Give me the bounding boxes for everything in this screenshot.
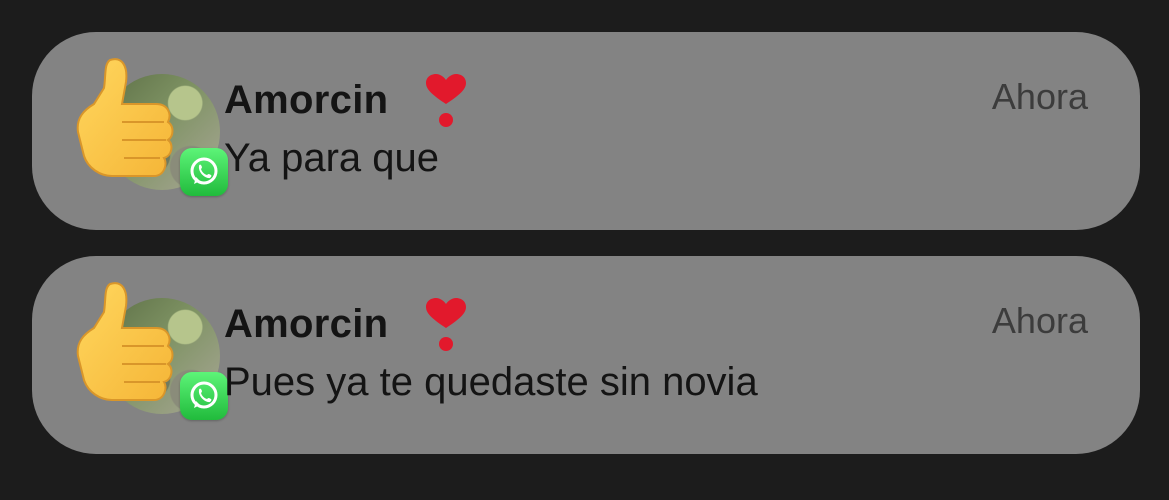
message-preview: Pues ya te quedaste sin novia — [224, 360, 758, 404]
whatsapp-icon — [180, 148, 228, 196]
notification-card[interactable]: Amorcin Ahora Ya para que — [32, 32, 1140, 230]
notification-time: Ahora — [991, 76, 1088, 117]
heart-exclamation-icon — [426, 74, 466, 127]
notification-time: Ahora — [991, 300, 1088, 341]
heart-exclamation-icon — [426, 298, 466, 351]
thumbs-up-icon — [76, 58, 174, 177]
sender-name: Amorcin — [224, 78, 389, 122]
thumbs-up-icon — [76, 282, 174, 401]
contact-avatar — [68, 58, 228, 200]
sender-name: Amorcin — [224, 302, 389, 346]
message-preview: Ya para que — [224, 136, 439, 180]
notification-card[interactable]: Amorcin Ahora Pues ya te quedaste sin no… — [32, 256, 1140, 454]
whatsapp-icon — [180, 372, 228, 420]
contact-avatar — [68, 282, 228, 424]
